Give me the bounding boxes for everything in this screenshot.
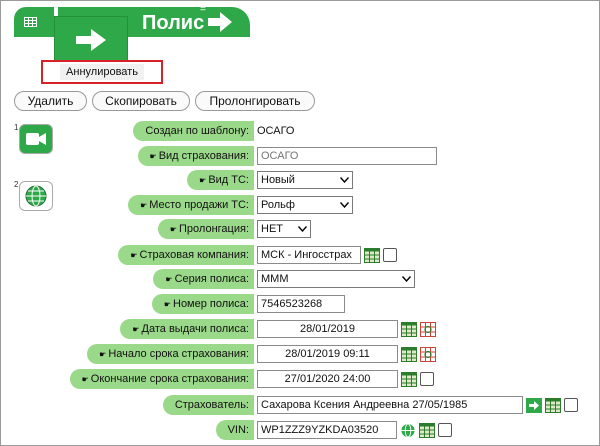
sale-place-label: ☛ Место продажи ТС: (128, 195, 254, 215)
calendar-icon[interactable] (420, 321, 436, 337)
table-icon[interactable] (545, 397, 561, 413)
row-ins-type: ☛ Вид страхования: (0, 146, 600, 166)
table-icon[interactable] (401, 321, 417, 337)
row-end: ☛ Окончание срока страхования: 27/01/2020… (0, 369, 600, 389)
end-label: ☛ Окончание срока страхования: (69, 369, 254, 389)
prolong-button[interactable]: Пролонгировать (195, 91, 315, 111)
insurer-label: Страхователь: (162, 395, 254, 415)
forward-button[interactable] (54, 16, 128, 64)
prolongation-label: ☛ Пролонгация: (157, 219, 254, 239)
delete-label: Удалить (27, 94, 74, 108)
series-label: ☛ Серия полиса: (153, 269, 254, 289)
title-arrow-icon[interactable] (206, 10, 234, 34)
row-company: ☛ Страховая компания: МСК - Ингосстрах (0, 245, 600, 265)
row-template: Создан по шаблону: ОСАГО (0, 121, 600, 141)
table-icon[interactable] (419, 422, 435, 438)
number-field[interactable]: 7546523268 (257, 295, 345, 313)
prolongation-select[interactable]: НЕТ (257, 220, 311, 238)
chevron-down-icon (298, 226, 307, 232)
grid-icon[interactable] (24, 17, 37, 27)
annul-label: Аннулировать (60, 64, 144, 80)
vehicle-type-label: ☛ Вид ТС: (187, 170, 254, 190)
delete-button[interactable]: Удалить (14, 91, 87, 111)
vin-label: VIN: (215, 420, 254, 440)
annul-button[interactable]: Аннулировать (41, 60, 163, 84)
menu-dots: = (200, 4, 206, 15)
number-label: ☛ Номер полиса: (151, 294, 254, 314)
copy-button[interactable]: Скопировать (92, 91, 190, 111)
ins-type-label: ☛ Вид страхования: (137, 146, 254, 166)
vehicle-type-select[interactable]: Новый (257, 171, 353, 189)
row-vehicle-type: ☛ Вид ТС: Новый (0, 170, 600, 190)
vin-field[interactable]: WP1ZZZ9YZKDA03520 (257, 421, 397, 439)
checkbox-icon[interactable] (420, 372, 434, 386)
row-series: ☛ Серия полиса: МММ (0, 269, 600, 289)
prolong-label: Пролонгировать (209, 94, 301, 108)
checkbox-icon[interactable] (438, 423, 452, 437)
row-number: ☛ Номер полиса: 7546523268 (0, 294, 600, 314)
row-sale-place: ☛ Место продажи ТС: Рольф (0, 195, 600, 215)
chevron-down-icon (340, 177, 349, 183)
row-start: ☛ Начало срока страхования: 28/01/2019 09… (0, 344, 600, 364)
chevron-down-icon (402, 276, 411, 282)
template-value: ОСАГО (257, 125, 295, 137)
start-field[interactable]: 28/01/2019 09:11 (257, 345, 398, 363)
checkbox-icon[interactable] (383, 248, 397, 262)
row-prolongation: ☛ Пролонгация: НЕТ (0, 219, 600, 239)
calendar-icon[interactable] (420, 346, 436, 362)
template-label: Создан по шаблону: (133, 121, 254, 141)
issue-date-field[interactable]: 28/01/2019 (257, 320, 398, 338)
issue-date-label: ☛ Дата выдачи полиса: (120, 319, 254, 339)
ins-type-input[interactable] (257, 147, 437, 165)
checkbox-icon[interactable] (564, 398, 578, 412)
start-label: ☛ Начало срока страхования: (87, 344, 254, 364)
company-label: ☛ Страховая компания: (118, 245, 254, 265)
company-field[interactable]: МСК - Ингосстрах (257, 246, 361, 264)
row-insurer: Страхователь: Сахарова Ксения Андреевна … (0, 395, 600, 415)
table-icon[interactable] (364, 247, 380, 263)
copy-label: Скопировать (105, 94, 177, 108)
end-field[interactable]: 27/01/2020 24:00 (257, 370, 398, 388)
table-icon[interactable] (401, 346, 417, 362)
series-select[interactable]: МММ (257, 270, 415, 288)
row-issue-date: ☛ Дата выдачи полиса: 28/01/2019 (0, 319, 600, 339)
arrow-right-icon (76, 29, 106, 51)
table-icon[interactable] (401, 371, 417, 387)
page-title: Полис (142, 12, 205, 34)
row-vin: VIN: WP1ZZZ9YZKDA03520 (0, 420, 600, 440)
globe-icon[interactable] (400, 422, 416, 438)
insurer-field[interactable]: Сахарова Ксения Андреевна 27/05/1985 (257, 396, 523, 414)
arrow-right-icon[interactable] (526, 397, 542, 413)
sale-place-select[interactable]: Рольф (257, 196, 353, 214)
chevron-down-icon (340, 202, 349, 208)
